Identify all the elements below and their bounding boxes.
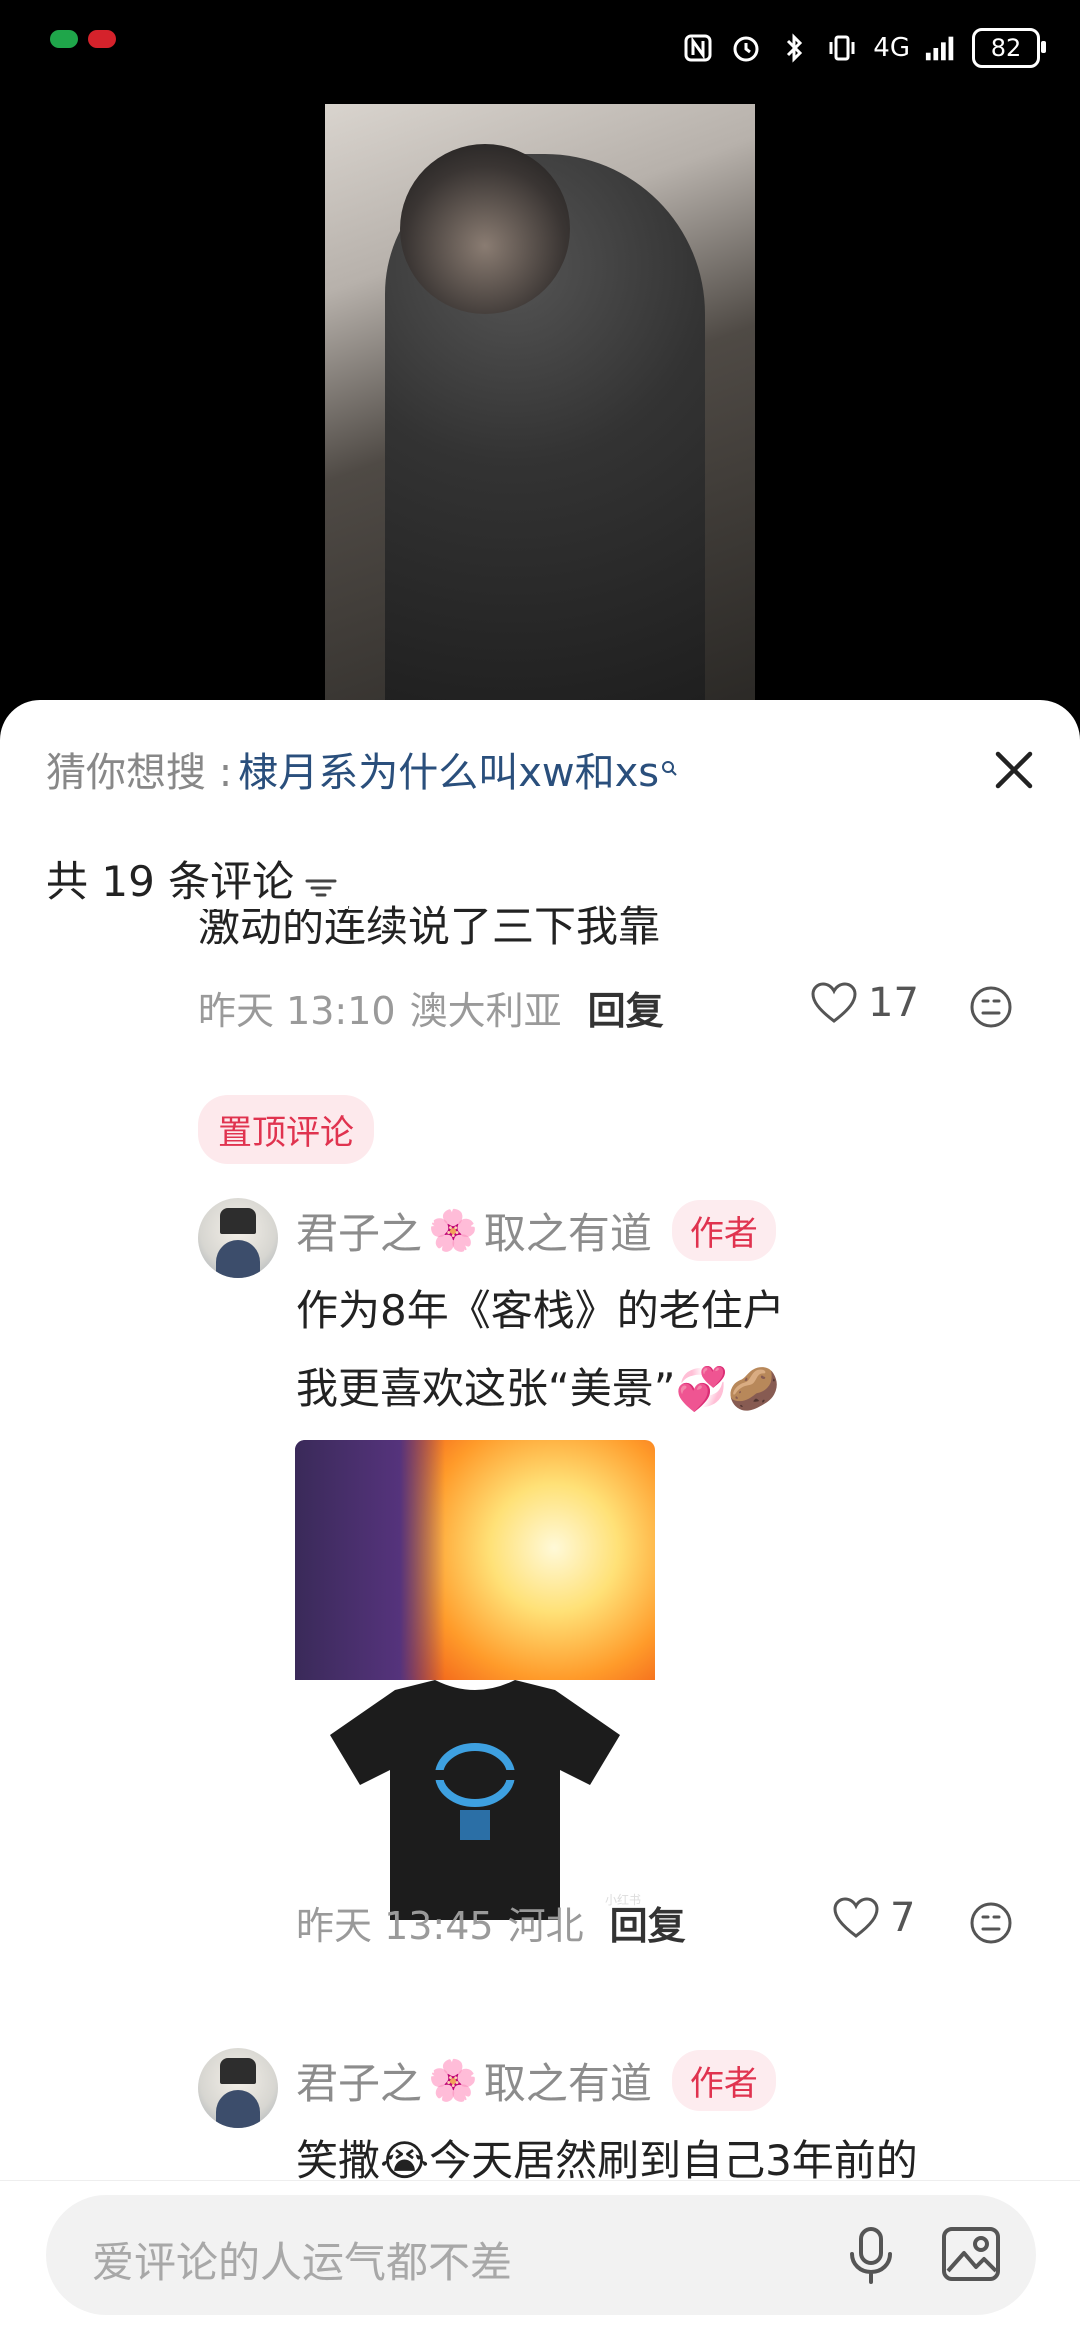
comment-count: 共 19 条评论 bbox=[46, 857, 295, 906]
notification-red-icon bbox=[88, 30, 116, 48]
reply-location: 河北 bbox=[507, 1904, 584, 1948]
reply-line: 作为8年《客栈》的老住户 bbox=[296, 1286, 785, 1335]
comment-time: 昨天 13:10 bbox=[198, 989, 396, 1033]
username-part-a: 君子之 bbox=[296, 1209, 423, 1258]
reply-username[interactable]: 君子之 🌸 取之有道 作者 bbox=[296, 2050, 776, 2111]
username-part-a: 君子之 bbox=[296, 2059, 423, 2108]
comment-sheet: 猜你想搜 : 棣月系为什么叫xw和xs 共 19 条评论 激动的连续说了三下我靠… bbox=[0, 700, 1080, 2340]
reply-button[interactable]: 回复 bbox=[588, 980, 664, 1035]
nfc-icon bbox=[681, 31, 715, 65]
image-icon[interactable] bbox=[936, 2219, 1006, 2289]
flower-icon: 🌸 bbox=[428, 2058, 478, 2104]
flower-icon: 🌸 bbox=[428, 1208, 478, 1254]
input-placeholder: 爱评论的人运气都不差 bbox=[92, 2238, 513, 2287]
suggest-prefix: 猜你想搜 : bbox=[46, 750, 233, 796]
like-button[interactable]: 7 bbox=[832, 1895, 915, 1941]
comment-count-header: 共 19 条评论 bbox=[46, 848, 349, 909]
signal-icon bbox=[924, 31, 958, 65]
network-label: 4G bbox=[873, 33, 910, 63]
reply-meta: 昨天 13:45 河北 回复 bbox=[296, 1895, 686, 1950]
suggest-keyword[interactable]: 棣月系为什么叫xw和xs bbox=[238, 740, 659, 798]
mic-icon[interactable] bbox=[836, 2219, 906, 2289]
alarm-icon bbox=[729, 31, 763, 65]
image-sunset-portrait bbox=[295, 1440, 655, 1680]
search-mini-icon bbox=[661, 757, 677, 782]
pinned-tag: 置顶评论 bbox=[198, 1095, 374, 1164]
battery-indicator: 82 bbox=[972, 28, 1046, 68]
emoji-icon[interactable] bbox=[968, 1900, 1014, 1946]
video-player[interactable] bbox=[325, 104, 755, 704]
video-frame-head bbox=[400, 144, 570, 314]
comment-location: 澳大利亚 bbox=[409, 989, 562, 1033]
username-part-b: 取之有道 bbox=[483, 1209, 652, 1258]
search-suggestion[interactable]: 猜你想搜 : 棣月系为什么叫xw和xs bbox=[46, 740, 677, 798]
battery-level: 82 bbox=[990, 34, 1022, 62]
comment-input-bar: 爱评论的人运气都不差 bbox=[0, 2180, 1080, 2341]
bluetooth-icon bbox=[777, 31, 811, 65]
vibrate-icon bbox=[825, 31, 859, 65]
reply-username[interactable]: 君子之 🌸 取之有道 作者 bbox=[296, 1200, 776, 1261]
status-icons: 4G 82 bbox=[681, 28, 1046, 68]
reply-text: 作为8年《客栈》的老住户 我更喜欢这张“美景”💞🥔 bbox=[296, 1272, 785, 1428]
reply-button[interactable]: 回复 bbox=[610, 1895, 686, 1950]
reply-time: 昨天 13:45 bbox=[296, 1904, 494, 1948]
avatar[interactable] bbox=[198, 1198, 278, 1278]
status-bar: 4G 82 bbox=[0, 0, 1080, 104]
close-icon[interactable] bbox=[984, 740, 1044, 800]
sort-icon[interactable] bbox=[304, 864, 338, 896]
author-tag: 作者 bbox=[671, 2050, 776, 2111]
author-tag: 作者 bbox=[671, 1200, 776, 1261]
comment-input[interactable]: 爱评论的人运气都不差 bbox=[46, 2195, 1036, 2315]
status-notifications bbox=[50, 30, 116, 48]
username-part-b: 取之有道 bbox=[483, 2059, 652, 2108]
heart-icon bbox=[811, 982, 857, 1023]
image-tshirt: 小红书 bbox=[295, 1680, 655, 1920]
reply-image[interactable]: 小红书 bbox=[295, 1440, 655, 1920]
comment-meta: 昨天 13:10 澳大利亚 回复 bbox=[198, 980, 664, 1035]
like-count: 7 bbox=[890, 1895, 916, 1941]
emoji-icon[interactable] bbox=[968, 984, 1014, 1030]
reply-line: 我更喜欢这张“美景”💞🥔 bbox=[296, 1364, 781, 1413]
avatar[interactable] bbox=[198, 2048, 278, 2128]
like-button[interactable]: 17 bbox=[810, 980, 919, 1026]
like-count: 17 bbox=[868, 980, 919, 1026]
notification-green-icon bbox=[50, 30, 78, 48]
heart-icon bbox=[833, 1897, 879, 1938]
